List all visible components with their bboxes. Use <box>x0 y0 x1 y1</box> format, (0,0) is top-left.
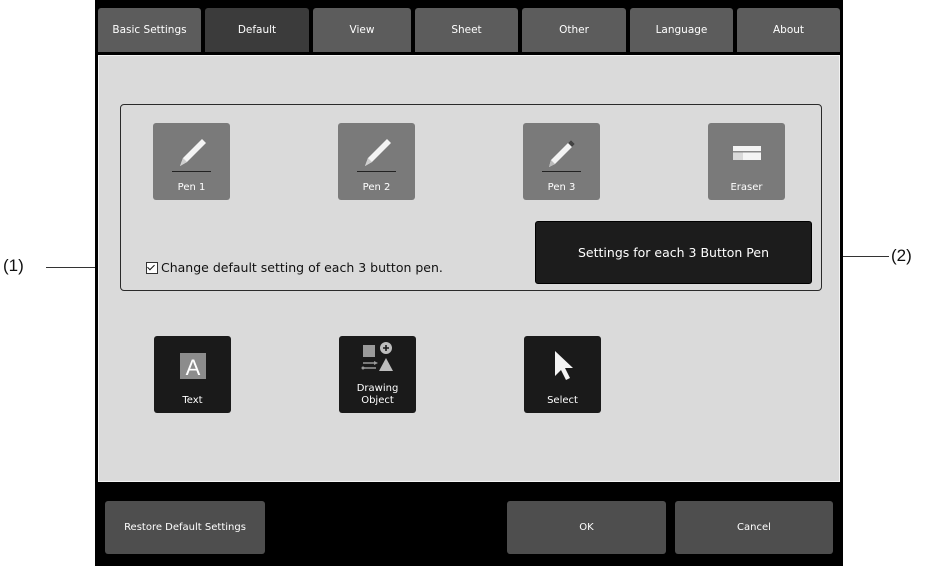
pen-color-line <box>357 171 396 172</box>
select-label: Select <box>547 395 578 406</box>
tab-about[interactable]: About <box>737 8 840 52</box>
callout-1: (1) <box>3 256 24 275</box>
drawing-object-button[interactable]: Drawing Object <box>339 336 416 413</box>
select-button[interactable]: Select <box>524 336 601 413</box>
tab-bar: Basic Settings Default View Sheet Other … <box>95 0 843 52</box>
tab-other[interactable]: Other <box>522 8 626 52</box>
pen-color-line <box>172 171 211 172</box>
change-default-checkbox[interactable]: Change default setting of each 3 button … <box>146 260 443 275</box>
pen-settings-group: Pen 1 Pen 2 Pen 3 Eraser Change default … <box>120 104 822 291</box>
checkbox-box[interactable] <box>146 261 158 274</box>
pen-1-button[interactable]: Pen 1 <box>153 123 230 200</box>
text-button[interactable]: A Text <box>154 336 231 413</box>
svg-text:A: A <box>185 355 200 380</box>
tab-view[interactable]: View <box>313 8 411 52</box>
tab-default[interactable]: Default <box>205 8 309 52</box>
callout-2: (2) <box>891 246 912 265</box>
drawing-object-label: Drawing Object <box>356 383 399 406</box>
pen-color-line <box>542 171 581 172</box>
cancel-button[interactable]: Cancel <box>675 501 833 554</box>
tab-sheet[interactable]: Sheet <box>415 8 518 52</box>
pen-icon <box>153 129 230 177</box>
checkbox-label: Change default setting of each 3 button … <box>161 260 443 275</box>
ok-button[interactable]: OK <box>507 501 666 554</box>
cursor-icon <box>524 342 601 390</box>
restore-default-settings-button[interactable]: Restore Default Settings <box>105 501 265 554</box>
eraser-icon <box>708 129 785 177</box>
pen-1-label: Pen 1 <box>177 182 206 193</box>
marker-icon <box>523 129 600 177</box>
eraser-button[interactable]: Eraser <box>708 123 785 200</box>
text-icon: A <box>154 342 231 390</box>
shapes-icon <box>339 338 416 378</box>
pen-icon <box>338 129 415 177</box>
pen-3-label: Pen 3 <box>547 182 576 193</box>
settings-3-button-pen-button[interactable]: Settings for each 3 Button Pen <box>535 221 812 284</box>
pen-2-label: Pen 2 <box>362 182 391 193</box>
pen-2-button[interactable]: Pen 2 <box>338 123 415 200</box>
tab-basic-settings[interactable]: Basic Settings <box>98 8 201 52</box>
settings-panel: Pen 1 Pen 2 Pen 3 Eraser Change default … <box>98 55 840 482</box>
eraser-label: Eraser <box>730 182 763 193</box>
tab-language[interactable]: Language <box>630 8 733 52</box>
default-settings-dialog: Basic Settings Default View Sheet Other … <box>95 0 843 566</box>
text-label: Text <box>182 395 203 406</box>
pen-3-button[interactable]: Pen 3 <box>523 123 600 200</box>
